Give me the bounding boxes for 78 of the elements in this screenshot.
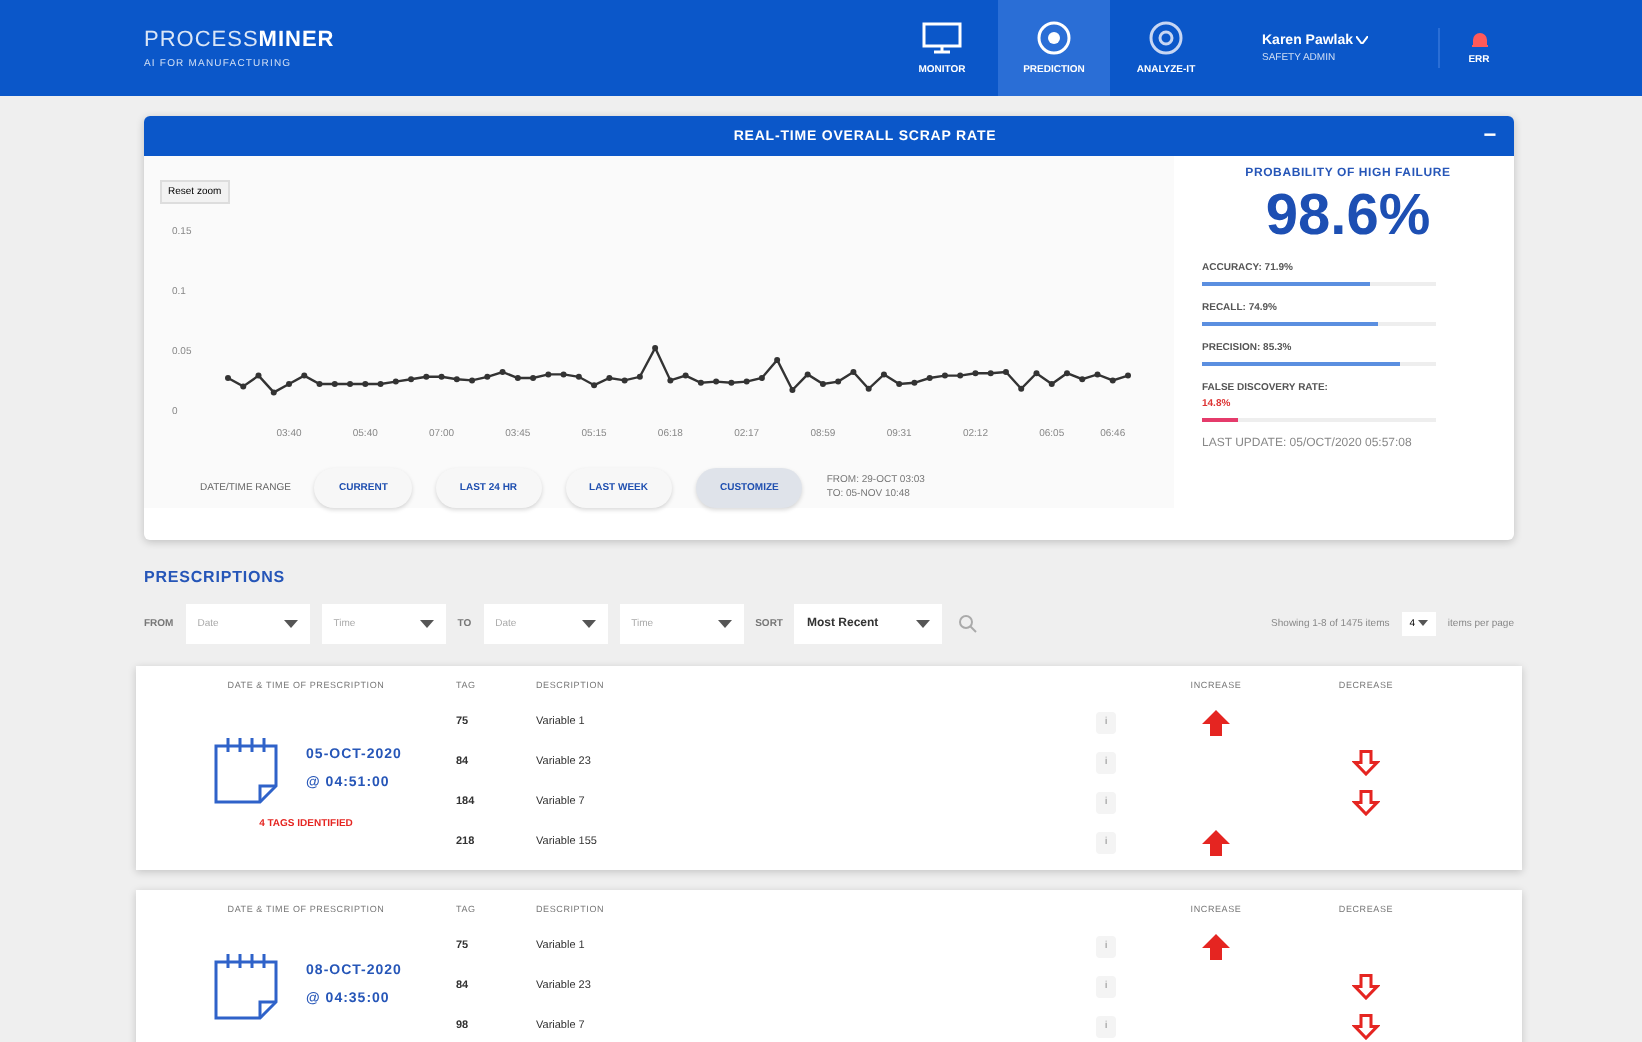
data-point — [1109, 377, 1116, 384]
data-point — [377, 381, 384, 387]
data-point — [1079, 376, 1086, 383]
data-point — [957, 372, 964, 379]
data-point — [438, 373, 445, 380]
data-point — [423, 373, 430, 380]
data-point — [987, 370, 994, 377]
data-point — [331, 381, 338, 387]
data-point — [621, 377, 628, 384]
data-point — [286, 381, 292, 387]
data-point — [1064, 370, 1070, 377]
data-point — [697, 379, 704, 386]
calendar-icon — [210, 734, 283, 806]
caret-icon — [419, 620, 434, 628]
data-point — [301, 372, 308, 379]
caret-icon — [1417, 620, 1428, 626]
data-point — [652, 345, 659, 351]
data-point — [499, 369, 506, 375]
search-icon[interactable] — [958, 614, 979, 634]
calendar-icon — [210, 950, 283, 1022]
data-point — [941, 372, 948, 379]
data-point — [484, 373, 491, 380]
data-point — [713, 378, 720, 385]
data-point — [835, 378, 842, 385]
data-point — [362, 381, 369, 387]
data-point — [347, 381, 354, 387]
data-point — [1002, 369, 1009, 375]
data-point — [392, 378, 399, 385]
data-point — [804, 371, 811, 378]
caret-icon — [1356, 35, 1369, 43]
target-icon — [1146, 20, 1186, 56]
section-title: PRESCRIPTIONS — [144, 568, 288, 586]
data-point — [850, 369, 857, 375]
caret-icon — [581, 620, 596, 628]
data-point — [270, 389, 277, 396]
data-point — [728, 379, 735, 386]
data-point — [1018, 385, 1025, 392]
data-point — [560, 371, 567, 378]
data-point — [789, 387, 796, 393]
logo: PROCESSMINER — [144, 27, 337, 51]
data-point — [880, 371, 887, 378]
data-point — [255, 372, 262, 379]
data-point — [1033, 370, 1040, 377]
data-point — [514, 375, 521, 381]
data-point — [667, 377, 674, 384]
data-point — [682, 372, 689, 379]
data-point — [225, 375, 231, 381]
bell-icon — [1469, 30, 1489, 50]
data-point — [743, 378, 750, 385]
data-point — [758, 375, 765, 381]
data-point — [911, 379, 918, 386]
monitor-icon — [920, 20, 964, 56]
data-point — [1125, 372, 1131, 379]
probability-value: 98.6% — [1263, 184, 1433, 250]
data-point — [926, 375, 933, 381]
data-point — [453, 376, 460, 383]
caret-icon — [717, 620, 732, 628]
data-point — [896, 381, 903, 387]
data-point — [774, 357, 781, 363]
data-point — [1094, 371, 1101, 378]
data-point — [865, 385, 872, 392]
data-point — [591, 382, 598, 389]
data-point — [240, 383, 247, 390]
data-point — [575, 373, 582, 380]
data-point — [530, 375, 537, 381]
caret-icon — [916, 620, 931, 628]
collapse-button[interactable]: − — [1466, 124, 1514, 148]
data-point — [972, 370, 979, 377]
caret-icon — [283, 620, 298, 628]
data-point — [469, 377, 476, 384]
data-point — [545, 371, 552, 378]
data-point — [408, 376, 415, 383]
data-point — [636, 373, 643, 380]
eye-icon — [1034, 20, 1074, 56]
data-point — [606, 375, 613, 381]
data-point — [1048, 381, 1055, 387]
data-point — [316, 381, 323, 387]
data-point — [819, 381, 826, 387]
